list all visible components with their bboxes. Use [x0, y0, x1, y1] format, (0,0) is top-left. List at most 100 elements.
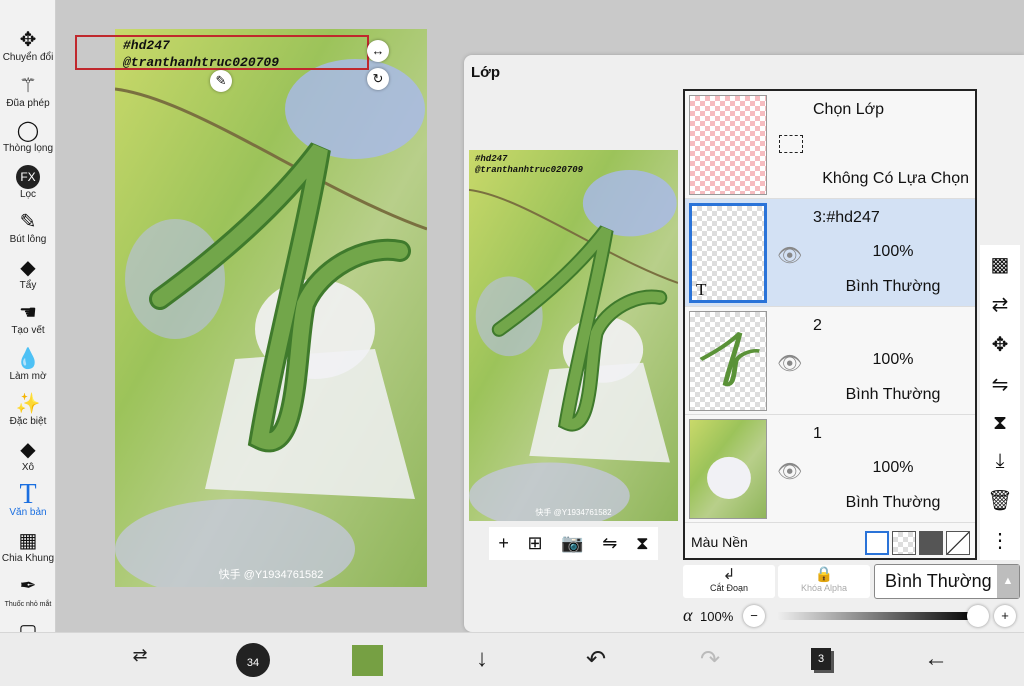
special-pen-icon: ✨: [15, 393, 41, 415]
eraser-icon: ◆: [20, 256, 36, 279]
text-icon: T: [19, 479, 37, 510]
brush-eraser-swap-icon[interactable]: ⇄: [120, 645, 160, 666]
add-layer-icon[interactable]: +: [498, 533, 509, 554]
eye-icon[interactable]: 👁: [777, 459, 802, 484]
fx-icon: FX: [16, 164, 40, 189]
more-icon[interactable]: ⋮: [990, 528, 1010, 553]
opacity-decrease-button[interactable]: −: [743, 605, 765, 627]
opacity-slider[interactable]: [778, 605, 989, 627]
background-color-row: Màu Nền: [685, 524, 975, 560]
tool-eraser[interactable]: ◆ Tẩy: [0, 256, 56, 291]
resize-horizontal-icon[interactable]: ↔: [367, 40, 389, 62]
selection-layer-row[interactable]: Chọn Lớp Không Có Lựa Chọn: [685, 91, 975, 199]
frame-divider-icon: ▦: [18, 529, 38, 552]
background-dark-swatch[interactable]: [919, 531, 943, 555]
tool-label: Tẩy: [19, 279, 37, 291]
layer-opacity: 100%: [872, 243, 914, 260]
tool-special-pen[interactable]: ✨ Đặc biệt: [0, 392, 56, 427]
layer-row[interactable]: T 👁 3:#hd247 100% Bình Thường: [685, 199, 975, 307]
blend-mode-dropdown[interactable]: Bình Thường ▲: [874, 564, 1020, 599]
tool-lasso[interactable]: ◯ Thòng lọng: [0, 119, 56, 154]
trash-icon[interactable]: 🗑: [987, 488, 1012, 513]
brush-icon: ✎: [19, 211, 37, 233]
layer-list: Chọn Lớp Không Có Lựa Chọn T 👁 3:#hd247 …: [683, 89, 977, 560]
layers-button[interactable]: 3: [811, 648, 831, 670]
panel-title: Lớp: [471, 64, 500, 81]
tool-eyedropper[interactable]: ✒ Thuốc nhỏ mắt: [0, 574, 56, 609]
tool-label: Lọc: [19, 188, 37, 200]
undo-icon[interactable]: ↶: [576, 645, 616, 674]
arrow-down-icon[interactable]: ↓: [462, 645, 502, 673]
tool-fx[interactable]: FX Lọc: [0, 164, 56, 200]
layer-opacity: 100%: [872, 459, 914, 476]
flip-vertical-icon[interactable]: ⧗: [993, 412, 1007, 435]
back-arrow-icon[interactable]: ←: [916, 645, 956, 673]
tool-label: Chuyển đổi: [2, 52, 54, 63]
swap-icon[interactable]: ⇄: [992, 292, 1009, 317]
tool-label: Tạo vết: [11, 325, 45, 336]
layer-opacity: 100%: [872, 351, 914, 368]
tool-label: Văn bản: [9, 507, 47, 518]
tool-label: Đũa phép: [6, 97, 50, 109]
opacity-row: α 100% − +: [683, 603, 1023, 629]
color-swatch-button[interactable]: [352, 645, 383, 676]
redo-icon[interactable]: ↷: [690, 645, 730, 674]
text-line: @tranthanhtruc020709: [123, 55, 280, 70]
flip-icon[interactable]: ⇋: [992, 372, 1009, 397]
text-selection-box[interactable]: #hd247 @tranthanhtruc020709: [75, 35, 369, 70]
tool-bucket[interactable]: ◆ Xô: [0, 438, 56, 473]
preview-text-line: @tranthanhtruc020709: [475, 165, 584, 175]
text-line: #hd247: [123, 38, 170, 53]
edit-text-pencil-icon[interactable]: ✎: [210, 70, 232, 92]
eye-icon[interactable]: 👁: [777, 351, 802, 376]
opacity-increase-button[interactable]: +: [994, 605, 1016, 627]
opacity-value: 100%: [700, 609, 734, 624]
camera-icon[interactable]: 📷: [561, 533, 583, 554]
tool-blur-drop[interactable]: 💧 Làm mờ: [0, 347, 56, 382]
flip-horizontal-icon[interactable]: ⇋: [602, 533, 617, 554]
move-layer-icon[interactable]: ✥: [992, 332, 1009, 357]
layer-name: 1: [813, 425, 822, 442]
selection-status: Không Có Lựa Chọn: [822, 170, 969, 187]
magic-wand-icon: ⚚: [19, 74, 37, 97]
brush-size-button[interactable]: 34: [236, 643, 270, 677]
left-toolbar: ✥ Chuyển đổi ⚚ Đũa phép ◯ Thòng lọng FX Lọc ✎ Bút…: [0, 0, 56, 655]
layer-thumbnail: [689, 419, 767, 519]
tool-label: Thòng lọng: [2, 143, 54, 154]
tool-smudge[interactable]: ☚ Tạo vết: [0, 301, 56, 336]
merge-down-icon[interactable]: ⤓: [996, 450, 1005, 473]
layer-count: 3: [817, 653, 825, 665]
layer-row[interactable]: 👁 2 100% Bình Thường: [685, 307, 975, 415]
background-none-swatch[interactable]: [946, 531, 970, 555]
layer-panel: Lớp #hd247 @tranthanhtruc020709 快手 @Y193…: [464, 55, 1024, 632]
tool-text[interactable]: T Văn bản: [0, 479, 56, 519]
smudge-icon: ☚: [19, 302, 37, 324]
tool-move[interactable]: ✥ Chuyển đổi: [0, 28, 56, 63]
tool-frame-divider[interactable]: ▦ Chia Khung: [0, 529, 56, 564]
blur-drop-icon: 💧: [15, 347, 41, 370]
opacity-slider-knob[interactable]: [967, 605, 989, 627]
add-layer-copy-icon[interactable]: ⊞: [527, 533, 542, 554]
alpha-lock-button[interactable]: 🔒 Khóa Alpha: [778, 565, 870, 598]
rotate-flip-icon[interactable]: ⧗: [636, 533, 649, 554]
tool-label: Thuốc nhỏ mắt: [4, 601, 52, 608]
layer-row[interactable]: 👁 1 100% Bình Thường: [685, 415, 975, 523]
selection-marquee-icon: [779, 135, 803, 153]
background-transparent-swatch[interactable]: [892, 531, 916, 555]
preview-artwork: [469, 150, 678, 521]
clip-arrow-icon: ↲: [722, 566, 736, 583]
checker-icon[interactable]: ▩: [991, 252, 1010, 277]
brush-size-value: 34: [246, 657, 260, 669]
tool-label: Bút lông: [9, 234, 47, 245]
tool-brush[interactable]: ✎ Bút lông: [0, 210, 56, 245]
layer-blend-mode: Bình Thường: [845, 494, 941, 511]
drawing-canvas[interactable]: 快手 @Y1934761582: [115, 29, 427, 587]
clip-button[interactable]: ↲ Cắt Đoạn: [683, 565, 775, 598]
canvas-preview[interactable]: #hd247 @tranthanhtruc020709 快手 @Y1934761…: [469, 150, 678, 521]
rotate-icon[interactable]: ↻: [367, 68, 389, 90]
tool-magic-wand[interactable]: ⚚ Đũa phép: [0, 74, 56, 109]
tool-label: Đặc biệt: [9, 416, 47, 427]
move-icon: ✥: [19, 29, 37, 51]
background-white-swatch[interactable]: [865, 531, 889, 555]
eye-icon[interactable]: 👁: [777, 243, 802, 268]
